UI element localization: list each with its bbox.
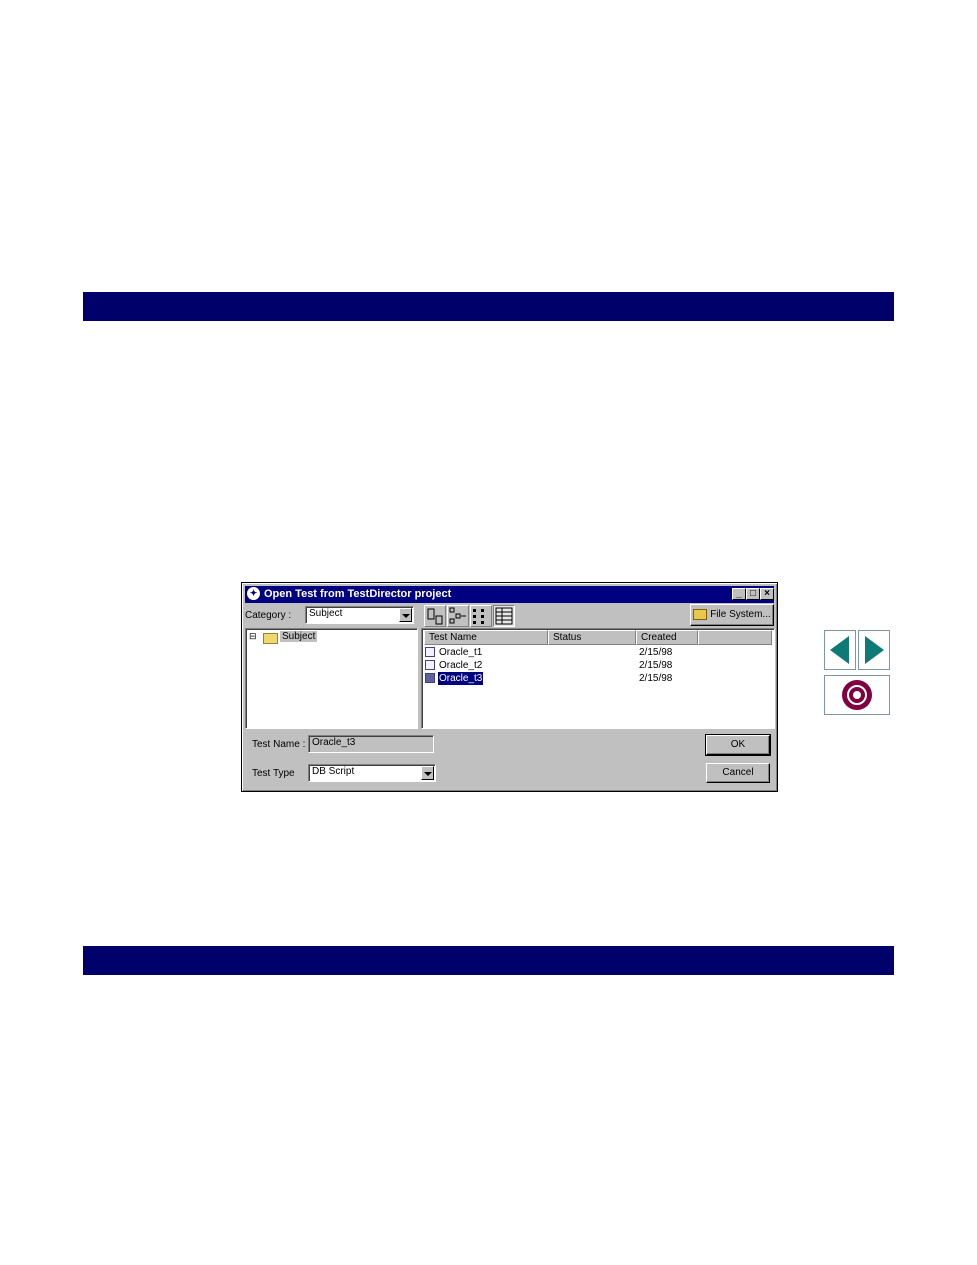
ok-button[interactable]: OK — [705, 734, 771, 756]
test-name-field[interactable]: Oracle_t3 — [308, 735, 434, 753]
test-name-label: Test Name : — [252, 739, 306, 750]
table-row[interactable]: Oracle_t2 2/15/98 — [425, 659, 765, 672]
chevron-down-icon[interactable] — [421, 766, 434, 780]
open-folder-icon — [693, 608, 708, 620]
row-test-name: Oracle_t1 — [439, 647, 483, 658]
column-header-created[interactable]: Created — [636, 630, 698, 645]
home-button[interactable] — [824, 675, 890, 715]
row-created: 2/15/98 — [639, 647, 673, 658]
left-arrow-icon — [830, 636, 849, 664]
tree-item-subject[interactable]: Subject — [280, 631, 318, 642]
test-list[interactable]: Test Name Status Created Oracle_t1 2/15/… — [421, 628, 775, 729]
details-view-icon — [495, 607, 513, 625]
previous-page-button[interactable] — [824, 630, 856, 670]
category-value: Subject — [309, 608, 343, 619]
view-list-button[interactable] — [470, 605, 492, 627]
row-created: 2/15/98 — [639, 673, 673, 684]
app-icon: ✦ — [247, 587, 260, 600]
dialog-titlebar: ✦ Open Test from TestDirector project _ … — [245, 586, 774, 603]
view-large-icons-button[interactable] — [424, 605, 446, 627]
tree-view-icon — [449, 607, 466, 624]
test-type-label: Test Type — [252, 768, 295, 779]
file-system-button[interactable]: File System... — [690, 604, 774, 626]
row-created: 2/15/98 — [639, 660, 673, 671]
row-test-name: Oracle_t3 — [436, 671, 485, 686]
chevron-down-icon[interactable] — [399, 608, 412, 622]
table-row-selected[interactable]: Oracle_t3 2/15/98 — [425, 671, 765, 686]
test-script-icon — [425, 673, 435, 683]
test-name-value: Oracle_t3 — [312, 737, 356, 748]
test-type-value: DB Script — [312, 766, 355, 777]
next-page-button[interactable] — [858, 630, 890, 670]
dialog-title: Open Test from TestDirector project — [264, 588, 452, 600]
minimize-button[interactable]: _ — [732, 588, 746, 600]
subject-tree[interactable]: ⊟ Subject — [245, 628, 418, 729]
header-band — [83, 292, 894, 321]
column-header-test-name[interactable]: Test Name — [424, 630, 548, 645]
table-row[interactable]: Oracle_t1 2/15/98 — [425, 646, 765, 659]
category-select[interactable]: Subject — [305, 606, 414, 624]
large-icons-icon — [427, 608, 443, 625]
close-button[interactable]: × — [760, 588, 774, 600]
view-tree-button[interactable] — [447, 605, 469, 627]
folder-icon — [263, 633, 278, 644]
test-script-icon — [425, 660, 435, 670]
collapse-icon[interactable]: ⊟ — [249, 631, 257, 642]
column-header-empty — [698, 630, 772, 645]
footer-band — [83, 946, 894, 975]
file-system-label: File System... — [710, 609, 771, 620]
view-details-button[interactable] — [493, 605, 515, 627]
column-header-status[interactable]: Status — [548, 630, 636, 645]
test-type-select[interactable]: DB Script — [308, 764, 436, 782]
category-label: Category : — [245, 610, 292, 621]
right-arrow-icon — [865, 636, 884, 664]
row-test-name: Oracle_t2 — [439, 660, 483, 671]
cancel-button[interactable]: Cancel — [706, 763, 770, 783]
maximize-button[interactable]: □ — [746, 588, 760, 600]
target-icon — [842, 680, 872, 710]
list-view-icon — [473, 609, 484, 624]
test-script-icon — [425, 647, 435, 657]
open-test-dialog: ✦ Open Test from TestDirector project _ … — [241, 582, 778, 792]
